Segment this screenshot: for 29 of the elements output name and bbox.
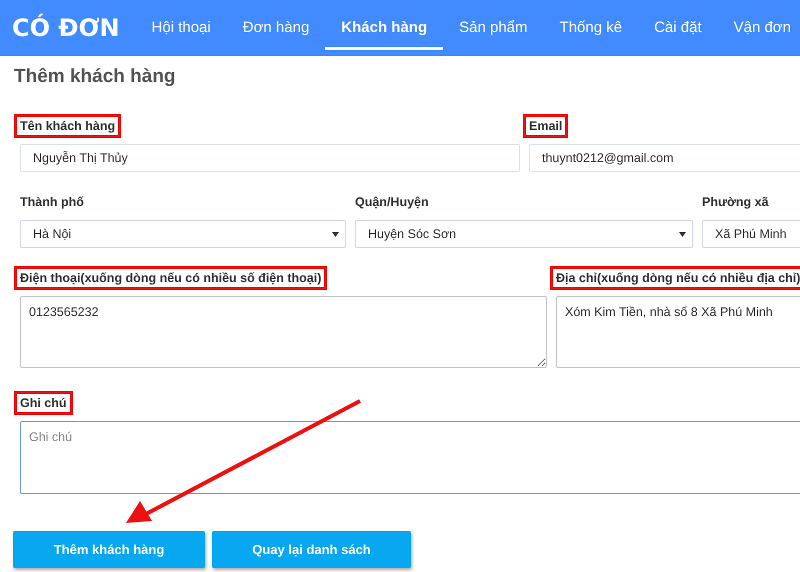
- nav-tab[interactable]: Vận đơn: [718, 0, 800, 56]
- nav-tab[interactable]: Hội thoại: [136, 0, 227, 56]
- dropdown[interactable]: Xã Phú Minh: [702, 220, 800, 248]
- field-label: Quận/Huyện: [354, 194, 430, 211]
- nav-tab[interactable]: Khách hàng: [325, 0, 444, 50]
- field-label: Địa chỉ(xuống dòng nếu có nhiều địa chỉ): [550, 266, 800, 290]
- field-label: Tên khách hàng: [14, 114, 122, 138]
- action-button[interactable]: Thêm khách hàng: [13, 531, 205, 568]
- page-title: Thêm khách hàng: [14, 65, 177, 89]
- dropdown[interactable]: Hà Nội: [20, 220, 346, 248]
- caret-icon: [332, 232, 339, 236]
- action-button[interactable]: Quay lại danh sách: [212, 531, 411, 568]
- input-field[interactable]: thuynt0212@gmail.com: [529, 144, 800, 172]
- field-label: Phường xã: [701, 194, 770, 211]
- input-field[interactable]: Nguyễn Thị Thủy: [20, 144, 520, 172]
- caret-icon: [679, 232, 686, 236]
- nav-tab[interactable]: Sản phẩm: [443, 0, 544, 56]
- nav-tab[interactable]: Đơn hàng: [226, 0, 326, 56]
- nav-tab[interactable]: Thống kê: [544, 0, 638, 56]
- nav-tab[interactable]: Cài đặt: [638, 0, 718, 56]
- dropdown[interactable]: Huyện Sóc Sơn: [355, 220, 693, 248]
- text-area[interactable]: Xóm Kim Tiền, nhà số 8 Xã Phú Minh: [556, 296, 800, 368]
- field-label: Email: [523, 114, 568, 138]
- logo[interactable]: CÓ ĐƠN: [0, 0, 132, 56]
- field-label: Ghi chú: [14, 391, 73, 415]
- text-area[interactable]: 0123565232: [20, 296, 547, 368]
- field-label: Điện thoại(xuống dòng nếu có nhiều số điện thoại): [14, 266, 328, 290]
- field-label: Thành phố: [19, 194, 85, 211]
- text-area[interactable]: Ghi chú: [20, 421, 800, 494]
